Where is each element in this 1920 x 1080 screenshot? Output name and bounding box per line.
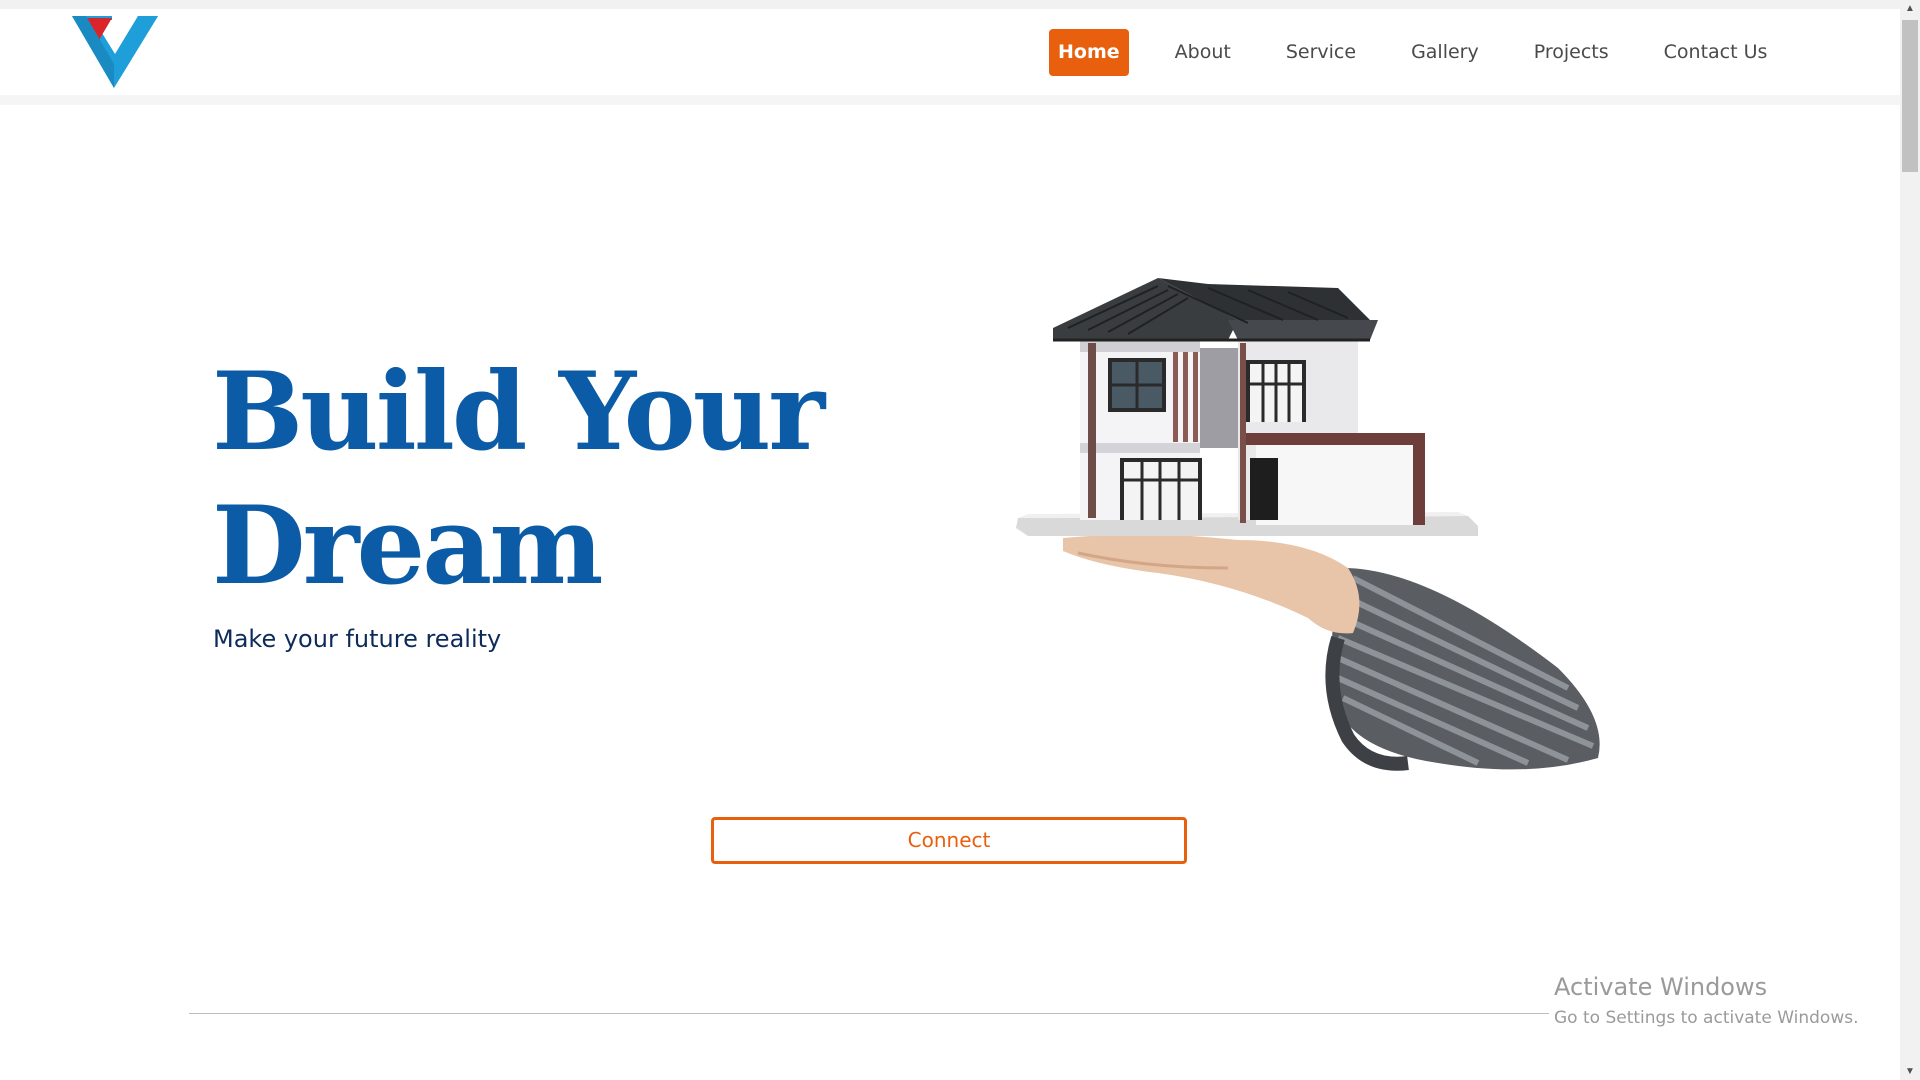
hand-shape xyxy=(1063,534,1360,634)
scroll-up-arrow-icon[interactable]: ▲ xyxy=(1900,0,1920,17)
hero-title-line2: Dream xyxy=(212,483,604,609)
nav-service[interactable]: Service xyxy=(1277,29,1365,76)
hero-subtitle: Make your future reality xyxy=(213,625,502,653)
sleeve-shape xyxy=(1325,568,1600,771)
section-divider xyxy=(189,1013,1549,1014)
connect-button[interactable]: Connect xyxy=(711,817,1187,864)
scroll-thumb[interactable] xyxy=(1902,20,1918,172)
hero-house-image xyxy=(1008,268,1608,773)
page: Home About Service Gallery Projects Cont… xyxy=(0,0,1920,1080)
hero-title: Build Your Dream xyxy=(212,345,862,613)
nav-gallery[interactable]: Gallery xyxy=(1402,29,1488,76)
hero-title-line1: Build Your xyxy=(212,349,825,475)
nav-projects[interactable]: Projects xyxy=(1525,29,1618,76)
main-nav: Home About Service Gallery Projects Cont… xyxy=(1049,29,1776,76)
nav-about[interactable]: About xyxy=(1166,29,1240,76)
scroll-down-arrow-icon[interactable]: ▼ xyxy=(1900,1063,1920,1080)
vertical-scrollbar[interactable]: ▲ ▼ xyxy=(1900,0,1920,1080)
nav-contact-us[interactable]: Contact Us xyxy=(1655,29,1777,76)
logo-v-icon xyxy=(72,16,158,88)
brand-logo[interactable] xyxy=(72,16,158,88)
top-strip xyxy=(0,0,1900,9)
navbar-shadow xyxy=(0,95,1900,105)
windows-activation-title: Activate Windows xyxy=(1554,973,1768,1001)
nav-home[interactable]: Home xyxy=(1049,29,1129,76)
windows-activation-subtitle: Go to Settings to activate Windows. xyxy=(1554,1008,1859,1028)
